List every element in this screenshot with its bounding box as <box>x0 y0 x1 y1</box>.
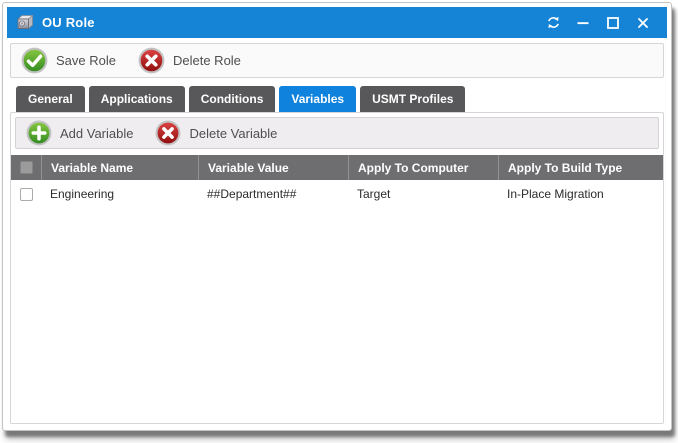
grid-header: Variable Name Variable Value Apply To Co… <box>11 155 663 180</box>
delete-role-button[interactable]: Delete Role <box>138 47 241 74</box>
tab-applications[interactable]: Applications <box>89 86 185 112</box>
window-title: OU Role <box>42 15 95 30</box>
tab-general[interactable]: General <box>16 86 85 112</box>
window-controls <box>545 15 659 31</box>
minimize-button[interactable] <box>575 15 591 31</box>
save-check-icon <box>21 47 48 74</box>
cell-variable-name: Engineering <box>41 187 198 201</box>
titlebar[interactable]: OU Role <box>7 7 667 38</box>
maximize-button[interactable] <box>605 15 621 31</box>
cell-apply-to-build-type: In-Place Migration <box>498 187 663 201</box>
column-header-apply-to-computer[interactable]: Apply To Computer <box>348 155 498 180</box>
tab-variables[interactable]: Variables <box>279 86 356 112</box>
delete-x-icon <box>155 120 181 146</box>
column-header-variable-name[interactable]: Variable Name <box>41 155 198 180</box>
maximize-icon <box>606 16 620 30</box>
cell-variable-value: ##Department## <box>198 187 348 201</box>
grid-empty-area <box>11 208 663 423</box>
variables-grid: Variable Name Variable Value Apply To Co… <box>11 155 663 423</box>
save-role-button[interactable]: Save Role <box>21 47 116 74</box>
tab-usmt-profiles[interactable]: USMT Profiles <box>360 86 465 112</box>
add-variable-label: Add Variable <box>60 126 133 141</box>
add-plus-icon <box>26 120 52 146</box>
table-row[interactable]: Engineering ##Department## Target In-Pla… <box>11 180 663 208</box>
add-variable-button[interactable]: Add Variable <box>26 120 133 146</box>
delete-variable-label: Delete Variable <box>189 126 277 141</box>
tab-strip: General Applications Conditions Variable… <box>16 86 667 112</box>
select-all-checkbox[interactable] <box>20 161 33 174</box>
variables-toolbar: Add Variable Delete Variable <box>15 117 659 149</box>
delete-x-icon <box>138 47 165 74</box>
ou-role-icon <box>15 14 34 32</box>
screen: OU Role <box>0 0 678 443</box>
refresh-icon <box>546 15 561 30</box>
save-role-label: Save Role <box>56 53 116 68</box>
row-checkbox-cell <box>11 188 41 201</box>
delete-variable-button[interactable]: Delete Variable <box>155 120 277 146</box>
refresh-button[interactable] <box>545 15 561 31</box>
variables-tab-panel: Add Variable Delete Variable <box>10 112 664 424</box>
minimize-icon <box>576 16 590 30</box>
close-icon <box>636 16 650 30</box>
close-button[interactable] <box>635 15 651 31</box>
cell-apply-to-computer: Target <box>348 187 498 201</box>
delete-role-label: Delete Role <box>173 53 241 68</box>
role-toolbar: Save Role Delete Role <box>10 43 664 78</box>
tab-conditions[interactable]: Conditions <box>189 86 276 112</box>
column-header-variable-value[interactable]: Variable Value <box>198 155 348 180</box>
row-checkbox[interactable] <box>20 188 33 201</box>
ou-role-dialog: OU Role <box>2 2 672 431</box>
column-header-apply-to-build-type[interactable]: Apply To Build Type <box>498 155 663 180</box>
select-all-cell <box>11 155 41 180</box>
